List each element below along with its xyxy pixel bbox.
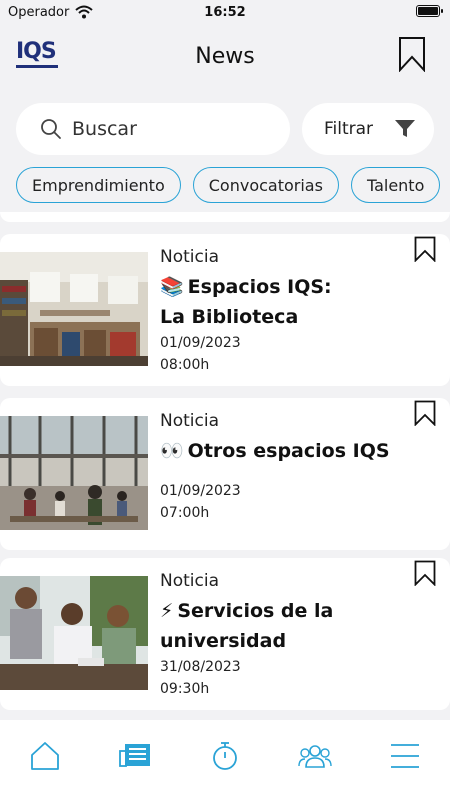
battery-icon xyxy=(416,5,443,17)
news-title: 📚 Espacios IQS: La Biblioteca xyxy=(160,272,410,332)
tab-community[interactable] xyxy=(290,736,340,776)
news-date: 01/09/2023 xyxy=(160,483,241,499)
news-card-body: Noticia 👀 Otros espacios IQS 01/09/2023 0… xyxy=(160,410,410,524)
bookmark-icon[interactable] xyxy=(414,560,436,586)
menu-icon xyxy=(391,744,419,768)
wifi-icon xyxy=(75,5,94,19)
news-title-line2: universidad xyxy=(160,630,287,652)
news-title-line1: Servicios de la xyxy=(177,600,334,622)
tab-bar xyxy=(0,720,450,800)
search-row: Filtrar xyxy=(16,103,434,155)
tab-timer[interactable] xyxy=(200,736,250,776)
news-card[interactable]: Noticia 📚 Espacios IQS: La Biblioteca 01/… xyxy=(0,234,450,386)
filter-label: Filtrar xyxy=(324,119,374,139)
filter-button[interactable]: Filtrar xyxy=(302,103,434,155)
library-photo xyxy=(0,252,148,366)
news-title: ⚡ Servicios de la universidad xyxy=(160,596,410,656)
news-title-line2: La Biblioteca xyxy=(160,306,299,328)
bookmark-icon[interactable] xyxy=(414,236,436,262)
news-type: Noticia xyxy=(160,247,219,267)
news-feed[interactable]: Noticia 📚 Espacios IQS: La Biblioteca 01/… xyxy=(0,212,450,720)
news-title: 👀 Otros espacios IQS xyxy=(160,436,410,466)
chip-convocatorias[interactable]: Convocatorias xyxy=(192,167,339,203)
news-time: 09:30h xyxy=(160,681,210,697)
tab-home[interactable] xyxy=(20,736,70,776)
people-icon xyxy=(298,745,332,768)
news-time: 07:00h xyxy=(160,505,210,521)
news-emoji: ⚡ xyxy=(160,600,174,622)
home-icon xyxy=(31,742,59,770)
news-type: Noticia xyxy=(160,411,219,431)
previous-card-edge xyxy=(0,212,450,222)
bookmark-icon[interactable] xyxy=(414,400,436,426)
status-bar: Operador 16:52 xyxy=(0,0,450,24)
campus-hall-photo xyxy=(0,416,148,530)
bookmark-icon[interactable] xyxy=(398,36,426,72)
news-card-body: Noticia 📚 Espacios IQS: La Biblioteca 01/… xyxy=(160,246,410,376)
tab-menu[interactable] xyxy=(380,736,430,776)
carrier-label: Operador xyxy=(8,4,70,20)
news-type: Noticia xyxy=(160,571,219,591)
tab-news[interactable] xyxy=(110,736,160,776)
news-time: 08:00h xyxy=(160,357,210,373)
news-emoji: 📚 xyxy=(160,276,184,298)
page-title: News xyxy=(195,44,255,69)
news-card-body: Noticia ⚡ Servicios de la universidad 31/… xyxy=(160,570,410,700)
search-box[interactable] xyxy=(16,103,290,155)
header: IQS News xyxy=(0,30,450,86)
news-date: 01/09/2023 xyxy=(160,335,241,351)
news-title-line1: Otros espacios IQS xyxy=(187,440,390,462)
search-icon xyxy=(41,119,61,139)
students-photo xyxy=(0,576,148,690)
news-emoji: 👀 xyxy=(160,440,184,462)
status-left: Operador xyxy=(8,4,94,20)
newspaper-icon xyxy=(119,744,150,767)
news-date: 31/08/2023 xyxy=(160,659,241,675)
filter-icon xyxy=(395,120,415,137)
news-card[interactable]: Noticia 👀 Otros espacios IQS 01/09/2023 0… xyxy=(0,398,450,550)
stopwatch-icon xyxy=(213,742,237,770)
news-card[interactable]: Noticia ⚡ Servicios de la universidad 31/… xyxy=(0,558,450,710)
chip-talento[interactable]: Talento xyxy=(350,167,441,203)
chip-emprendimiento[interactable]: Emprendimiento xyxy=(16,167,181,203)
news-title-line1: Espacios IQS: xyxy=(187,276,332,298)
search-input[interactable] xyxy=(72,118,262,140)
category-chips: Emprendimiento Convocatorias Talento xyxy=(16,167,450,203)
